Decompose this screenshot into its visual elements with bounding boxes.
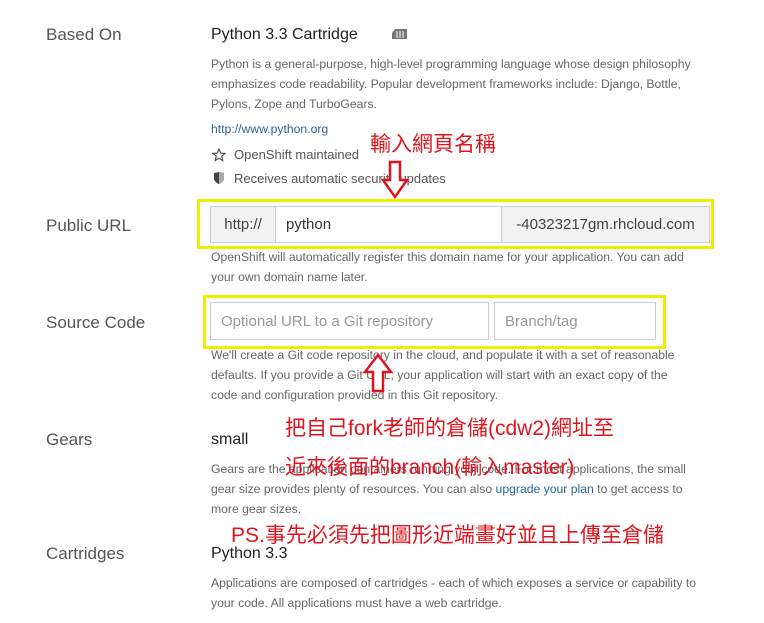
gear-size-value: small [211,431,249,448]
cartridge-icon [392,29,407,39]
cartridges-label: Cartridges [46,544,125,563]
maintained-text: OpenShift maintained [234,147,360,162]
cartridges-help: Applications are composed of cartridges … [211,576,697,610]
cartridge-name: Python 3.3 Cartridge [211,26,358,43]
app-name-input[interactable] [275,206,502,243]
annotation-branch: 近來後面的branch(輸入master) [285,456,575,479]
annotation-fork-url: 把自己fork老師的倉儲(cdw2)網址至 [285,417,615,440]
shield-icon [214,172,224,184]
annotation-ps-note: PS.事先必須先把圖形近端畫好並且上傳至倉儲 [231,524,664,547]
arrow-down-icon [380,160,410,200]
public-url-help: OpenShift will automatically register th… [211,250,684,284]
source-code-help: We'll create a Git code repository in th… [211,348,675,402]
upgrade-plan-link[interactable]: upgrade your plan [496,482,594,496]
git-repo-url-input[interactable] [210,302,489,340]
cartridge-description: Python is a general-purpose, high-level … [211,57,691,111]
branch-tag-input[interactable] [494,302,656,340]
star-icon [212,148,226,162]
python-website-link[interactable]: http://www.python.org [211,119,328,139]
security-updates-text: Receives automatic security updates [234,171,446,186]
based-on-label: Based On [46,25,122,44]
annotation-enter-name: 輸入網頁名稱 [370,133,496,156]
public-url-label: Public URL [46,216,132,235]
source-code-label: Source Code [46,313,146,332]
gears-label: Gears [46,430,93,449]
arrow-up-icon [362,352,394,393]
url-prefix: http:// [210,206,276,243]
url-suffix: -40323217gm.rhcloud.com [501,206,710,243]
